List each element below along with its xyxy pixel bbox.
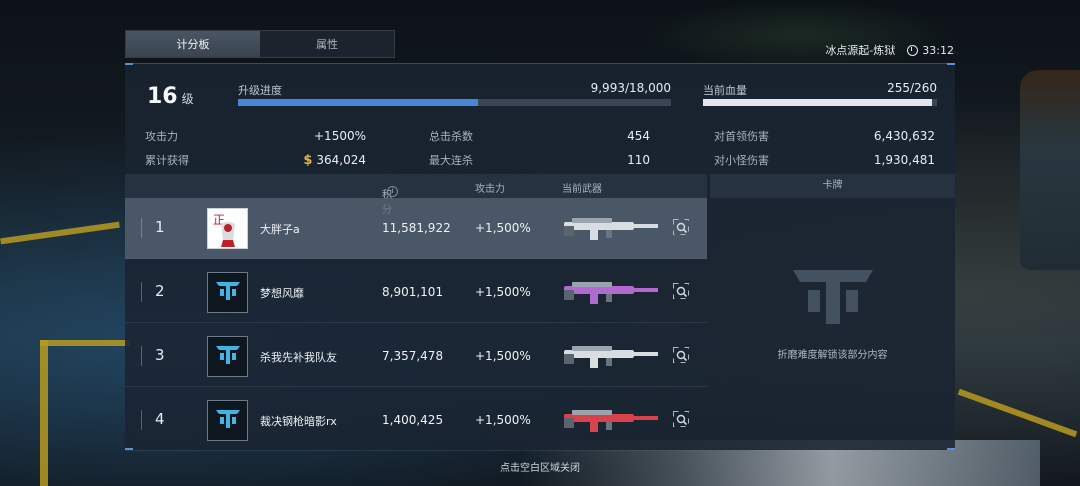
- player-attack: +1,500%: [475, 413, 531, 427]
- stat-value: 364,024: [316, 153, 366, 167]
- stat-value: +1500%: [314, 129, 366, 143]
- tab-bar: 计分板 属性: [125, 30, 395, 58]
- stat-value-wrap: $ 364,024: [303, 152, 366, 168]
- table-header: 积分i 攻击力 当前武器: [125, 174, 707, 216]
- row-divider: [141, 218, 142, 238]
- character-figure: [1020, 70, 1080, 270]
- weapon-image: [562, 212, 660, 242]
- player-name: 杀我先补我队友: [260, 351, 337, 364]
- player-score: 11,581,922: [382, 221, 451, 235]
- stat-label: 对首领伤害: [714, 130, 769, 143]
- magnify-icon[interactable]: [673, 411, 689, 427]
- match-timer: 33:12: [907, 44, 954, 57]
- avatar[interactable]: [207, 400, 248, 441]
- tab-attributes[interactable]: 属性: [260, 31, 394, 57]
- player-attack: +1,500%: [475, 349, 531, 363]
- player-name: 梦想风靡: [260, 287, 304, 300]
- player-score: 7,357,478: [382, 349, 444, 363]
- player-score: 8,901,101: [382, 285, 444, 299]
- progress-value: 9,993/18,000: [590, 81, 671, 95]
- player-attack: +1,500%: [475, 221, 531, 235]
- stat-label: 攻击力: [145, 130, 178, 143]
- stat-value: 110: [627, 153, 650, 167]
- team-logo-icon: [215, 408, 241, 434]
- stat-kills: 总击杀数 454: [429, 128, 650, 144]
- hp-fill: [703, 99, 933, 106]
- stat-value: 6,430,632: [873, 129, 935, 143]
- row-divider: [141, 282, 142, 302]
- cards-locked-message: 折磨难度解锁该部分内容: [777, 350, 888, 361]
- avatar[interactable]: [207, 272, 248, 313]
- floor-stripe: [40, 340, 130, 346]
- row-divider: [141, 410, 142, 430]
- stat-combo: 最大连杀 110: [429, 152, 650, 168]
- magnify-icon[interactable]: [673, 219, 689, 235]
- floor-stripe: [0, 221, 120, 245]
- stat-label: 对小怪伤害: [714, 154, 769, 167]
- tab-scoreboard[interactable]: 计分板: [126, 31, 260, 57]
- hp-bar: [703, 99, 937, 106]
- hp-value: 255/260: [887, 81, 937, 95]
- stat-label: 最大连杀: [429, 154, 473, 167]
- row-divider: [141, 346, 142, 366]
- table-row[interactable]: 2 梦想风靡 8,901,101 +1,500%: [125, 262, 707, 323]
- stat-label: 总击杀数: [429, 130, 473, 143]
- col-attack: 攻击力: [475, 184, 505, 195]
- player-rank: 4: [155, 410, 165, 428]
- hp-label: 当前血量: [703, 84, 747, 97]
- floor-stripe: [957, 388, 1078, 438]
- close-hint[interactable]: 点击空白区域关闭: [0, 459, 1080, 474]
- level-unit: 级: [181, 92, 194, 106]
- table-row[interactable]: 4 裁决钢枪暗影rx 1,400,425 +1,500%: [125, 390, 707, 451]
- stat-value: 1,930,481: [873, 153, 935, 167]
- player-attack: +1,500%: [475, 285, 531, 299]
- player-rank: 1: [155, 218, 165, 236]
- player-stats: 16 级 升级进度 9,993/18,000 当前血量 255/260 攻击力 …: [125, 64, 955, 174]
- magnify-icon[interactable]: [673, 283, 689, 299]
- table-row[interactable]: 1 正大胖子a 11,581,922 +1,500%: [125, 198, 707, 259]
- table-row[interactable]: 3 杀我先补我队友 7,357,478 +1,500%: [125, 326, 707, 387]
- player-name: 裁决钢枪暗影rx: [260, 415, 337, 428]
- info-icon[interactable]: i: [387, 186, 398, 197]
- stat-boss-damage: 对首领伤害 6,430,632: [714, 128, 935, 144]
- player-name: 大胖子a: [260, 223, 300, 236]
- weapon-image: [562, 276, 660, 306]
- progress-label: 升级进度: [238, 84, 282, 97]
- stat-value: 454: [627, 129, 650, 143]
- cards-header: 卡牌: [710, 174, 955, 198]
- dollar-icon: $: [303, 152, 313, 168]
- timer-value: 33:12: [922, 43, 954, 57]
- player-level: 16 级: [147, 84, 194, 109]
- team-logo-icon: [215, 344, 241, 370]
- weapon-image: [562, 404, 660, 434]
- clock-icon: [907, 44, 919, 56]
- stat-earned: 累计获得 $ 364,024: [145, 152, 366, 168]
- scoreboard-panel: 16 级 升级进度 9,993/18,000 当前血量 255/260 攻击力 …: [125, 63, 955, 451]
- progress-fill: [238, 99, 479, 106]
- cards-section: 折磨难度解锁该部分内容: [710, 198, 955, 450]
- stat-label: 累计获得: [145, 154, 189, 167]
- map-name: 冰点源起-炼狱: [825, 44, 896, 57]
- player-score: 1,400,425: [382, 413, 444, 427]
- weapon-image: [562, 340, 660, 370]
- avatar[interactable]: 正: [207, 208, 248, 249]
- magnify-icon[interactable]: [673, 347, 689, 363]
- avatar[interactable]: [207, 336, 248, 377]
- player-rank: 3: [155, 346, 165, 364]
- team-logo-icon: [792, 270, 873, 324]
- col-weapon: 当前武器: [562, 184, 602, 195]
- stat-attack: 攻击力 +1500%: [145, 128, 366, 144]
- team-logo-icon: [215, 280, 241, 306]
- match-info: 冰点源起-炼狱 33:12: [825, 42, 954, 58]
- stat-minion-damage: 对小怪伤害 1,930,481: [714, 152, 935, 168]
- level-number: 16: [147, 84, 178, 109]
- player-rank: 2: [155, 282, 165, 300]
- background-foliage: [640, 0, 960, 70]
- progress-bar: [238, 99, 671, 106]
